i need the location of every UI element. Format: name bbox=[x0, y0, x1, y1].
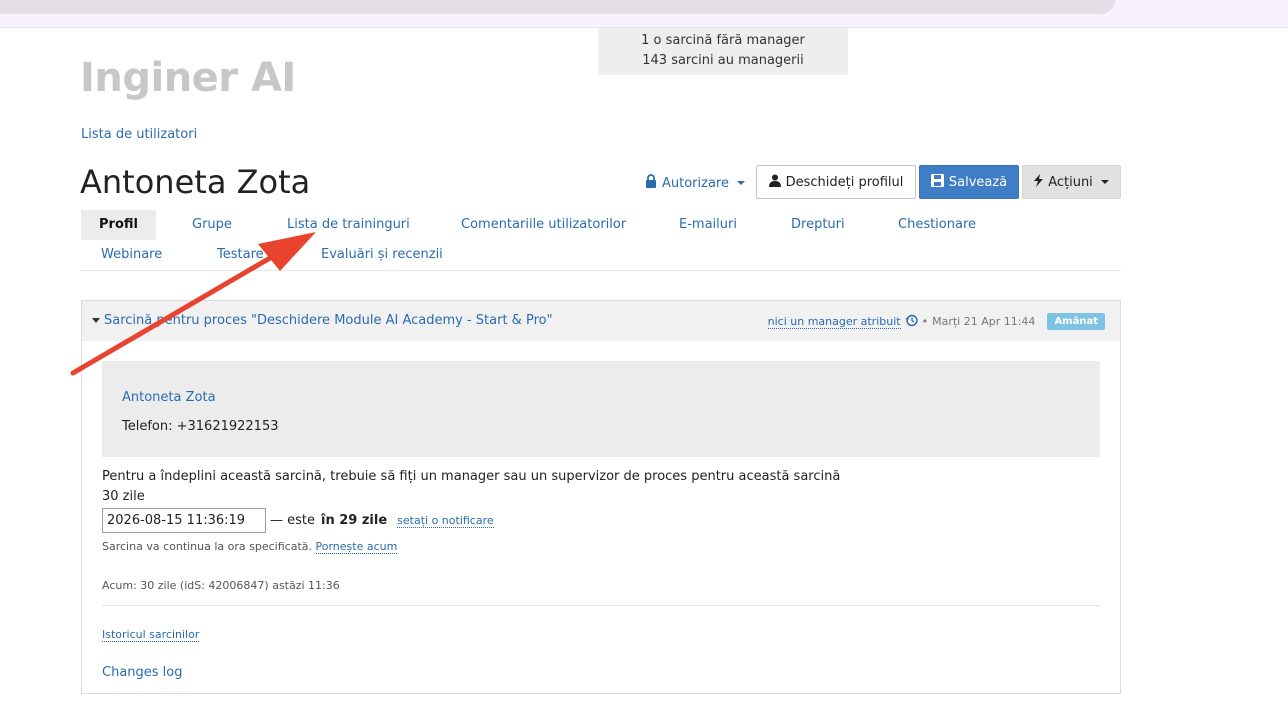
save-button[interactable]: Salvează bbox=[919, 165, 1019, 199]
tab-webinars[interactable]: Webinare bbox=[101, 240, 162, 270]
open-profile-button[interactable]: Deschideți profilul bbox=[756, 165, 916, 199]
history-icon[interactable] bbox=[905, 314, 918, 330]
contact-card: Antoneta Zota Telefon: +31621922153 bbox=[102, 361, 1100, 457]
task-panel: Sarcină pentru proces "Deschidere Module… bbox=[81, 300, 1121, 694]
start-now-link[interactable]: Pornește acum bbox=[315, 540, 398, 554]
tab-reviews[interactable]: Evaluări și recenzii bbox=[321, 240, 443, 270]
tasks-without-manager: 1 o sarcină fără manager bbox=[641, 33, 805, 48]
top-bar-pill bbox=[0, 0, 1115, 14]
authorization-dropdown[interactable]: Autorizare bbox=[645, 174, 745, 192]
panel-divider bbox=[102, 605, 1100, 606]
tab-emails[interactable]: E-mailuri bbox=[679, 210, 737, 240]
contact-name-link[interactable]: Antoneta Zota bbox=[122, 390, 216, 405]
tab-trainings[interactable]: Lista de traininguri bbox=[287, 210, 410, 240]
contact-phone: Telefon: +31621922153 bbox=[122, 419, 279, 434]
tab-questionnaires[interactable]: Chestionare bbox=[898, 210, 976, 240]
duration-text: 30 zile bbox=[102, 489, 145, 504]
is-value: în 29 zile bbox=[321, 513, 388, 528]
actions-label: Acțiuni bbox=[1048, 174, 1093, 190]
set-notification-link[interactable]: setați o notificare bbox=[397, 514, 494, 528]
changes-log-link[interactable]: Changes log bbox=[102, 665, 183, 680]
lock-icon bbox=[645, 174, 657, 192]
task-history-link[interactable]: Istoricul sarcinilor bbox=[102, 628, 200, 642]
task-panel-header: Sarcină pentru proces "Deschidere Module… bbox=[82, 301, 1120, 341]
triangle-down-icon bbox=[92, 318, 100, 323]
task-meta: nici un manager atribuit • Marți 21 Apr … bbox=[767, 313, 1105, 330]
requirement-text: Pentru a îndeplini această sarcină, treb… bbox=[102, 469, 841, 484]
continue-line: Sarcina va continua la ora specificată. … bbox=[102, 540, 398, 554]
now-text: Acum: 30 zile (idS: 42006847) astăzi 11:… bbox=[102, 579, 340, 592]
floppy-icon bbox=[930, 173, 944, 191]
tab-testing[interactable]: Testare bbox=[217, 240, 264, 270]
tab-user-comments[interactable]: Comentariile utilizatorilor bbox=[461, 210, 626, 240]
status-badge: Amânat bbox=[1047, 313, 1105, 330]
tasks-summary: 1 o sarcină fără manager 143 sarcini au … bbox=[598, 28, 848, 75]
actions-dropdown[interactable]: Acțiuni bbox=[1022, 165, 1121, 199]
tab-rights[interactable]: Drepturi bbox=[791, 210, 845, 240]
continue-text: Sarcina va continua la ora specificată. bbox=[102, 540, 312, 553]
caret-down-icon bbox=[1100, 180, 1109, 184]
tab-groups[interactable]: Grupe bbox=[192, 210, 232, 240]
task-date: Marți 21 Apr 11:44 bbox=[932, 315, 1036, 328]
user-icon bbox=[768, 174, 781, 191]
brand-title: Inginer AI bbox=[80, 55, 296, 101]
tasks-with-manager: 143 sarcini au managerii bbox=[642, 53, 804, 68]
tabs-divider bbox=[81, 270, 1121, 271]
is-prefix: — este bbox=[270, 513, 315, 528]
due-info: — este în 29 zile setați o notificare bbox=[270, 513, 494, 528]
datetime-input[interactable] bbox=[102, 508, 266, 533]
manager-link[interactable]: nici un manager atribuit bbox=[767, 315, 901, 329]
users-list-link[interactable]: Lista de utilizatori bbox=[81, 127, 197, 142]
save-label: Salvează bbox=[948, 174, 1008, 190]
tab-profile[interactable]: Profil bbox=[81, 210, 156, 240]
task-title-toggle[interactable]: Sarcină pentru proces "Deschidere Module… bbox=[92, 313, 553, 328]
bolt-icon bbox=[1034, 173, 1044, 191]
task-title: Sarcină pentru proces "Deschidere Module… bbox=[104, 313, 553, 328]
open-profile-label: Deschideți profilul bbox=[785, 174, 904, 190]
authorization-label: Autorizare bbox=[662, 175, 729, 191]
history-link-wrap: Istoricul sarcinilor bbox=[102, 627, 200, 642]
user-name: Antoneta Zota bbox=[80, 163, 311, 201]
caret-down-icon bbox=[737, 181, 745, 185]
bullet: • bbox=[921, 315, 929, 328]
